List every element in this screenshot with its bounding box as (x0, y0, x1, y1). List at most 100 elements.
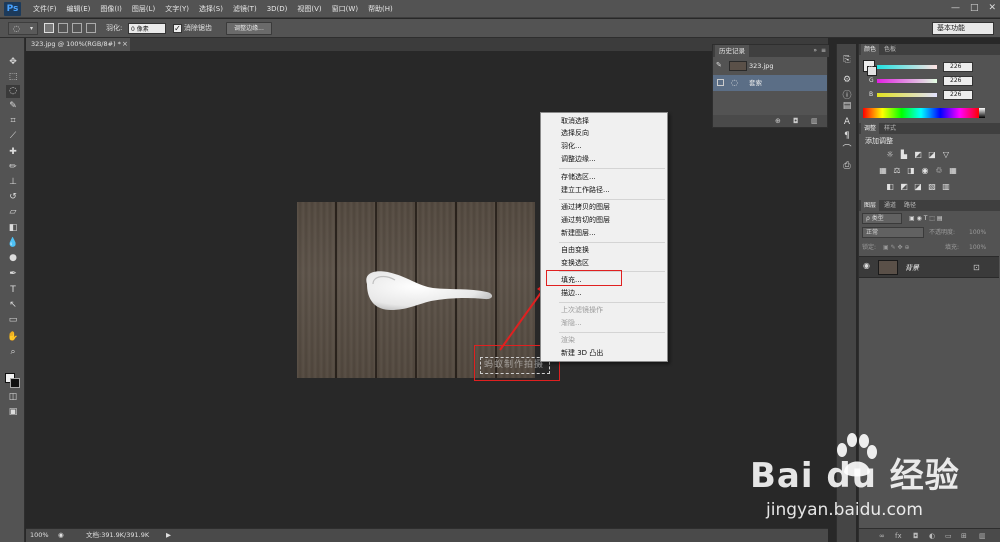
type-tool-icon[interactable]: T (6, 284, 20, 297)
collapse-icon[interactable]: » (813, 45, 817, 57)
menu-help[interactable]: 帮助(H) (363, 0, 398, 18)
slider-g[interactable]: G 226 (859, 75, 1000, 87)
ctx-new-layer[interactable]: 新建图层... (561, 228, 596, 238)
menu-type[interactable]: 文字(Y) (160, 0, 194, 18)
new-selection-icon[interactable] (44, 23, 54, 33)
histogram-icon[interactable]: ▤ (840, 100, 854, 112)
color-lookup-icon[interactable]: ▦ (948, 166, 958, 175)
menu-filter[interactable]: 滤镜(T) (228, 0, 262, 18)
curves-icon[interactable]: ◩ (913, 150, 923, 159)
clone-source-icon[interactable]: ⎙ (840, 160, 854, 172)
tab-history[interactable]: 历史记录 (715, 45, 749, 57)
slider-r[interactable]: R 226 (859, 61, 1000, 73)
step-checkbox[interactable] (717, 79, 724, 86)
ctx-feather[interactable]: 羽化... (561, 141, 582, 151)
ctx-layer-via-cut[interactable]: 通过剪切的图层 (561, 215, 610, 225)
ctx-free-transform[interactable]: 自由变换 (561, 245, 589, 255)
history-snapshot-row[interactable]: ✎ 323.jpg (713, 58, 827, 74)
screen-mode-icon[interactable]: ▣ (6, 406, 20, 419)
workspace-select[interactable]: 基本功能 (932, 22, 994, 35)
ctx-layer-via-copy[interactable]: 通过拷贝的图层 (561, 202, 610, 212)
grayscale-ramp[interactable] (979, 108, 985, 118)
slider-r-value[interactable]: 226 (943, 62, 973, 72)
gradient-tool-icon[interactable]: ◧ (6, 222, 20, 235)
lasso-tool-icon[interactable]: ◌ (6, 85, 20, 98)
paragraph-panel-icon[interactable]: ¶ (840, 130, 854, 142)
brightness-icon[interactable]: ☼ (885, 150, 895, 159)
levels-icon[interactable]: ▙ (899, 150, 909, 159)
gradient-map-icon[interactable]: ▧ (927, 182, 937, 191)
layer-row-background[interactable]: ◉ 背景 ⊡ (859, 256, 999, 278)
intersect-selection-icon[interactable] (86, 23, 96, 33)
fill-value[interactable]: 100% (969, 241, 986, 254)
selective-color-icon[interactable]: ▥ (941, 182, 951, 191)
menu-file[interactable]: 文件(F) (28, 0, 62, 18)
slider-b[interactable]: B 226 (859, 89, 1000, 101)
tab-styles[interactable]: 样式 (881, 123, 899, 134)
exposure-icon[interactable]: ◪ (927, 150, 937, 159)
opacity-value[interactable]: 100% (969, 226, 986, 239)
new-layer-icon[interactable]: ⊞ (961, 529, 967, 542)
history-panel-icon[interactable]: ⎘ (840, 54, 854, 66)
refine-edge-button[interactable]: 调整边缘... (226, 22, 272, 35)
channel-mixer-icon[interactable]: ♲ (934, 166, 944, 175)
layer-name[interactable]: 背景 (905, 257, 919, 279)
threshold-icon[interactable]: ◪ (913, 182, 923, 191)
menu-window[interactable]: 窗口(W) (327, 0, 363, 18)
maximize-icon[interactable]: □ (970, 2, 979, 15)
panel-menu-icon[interactable]: ≡ (821, 45, 826, 57)
new-document-icon[interactable]: ⊕ (775, 115, 781, 127)
status-info-icon[interactable]: ◉ (58, 529, 64, 542)
brush-panel-icon[interactable]: ⌒ (840, 144, 854, 156)
zoom-tool-icon[interactable]: ⌕ (6, 346, 20, 359)
menu-3d[interactable]: 3D(D) (262, 0, 293, 18)
mask-icon[interactable]: ◘ (913, 529, 919, 542)
slider-g-track[interactable] (877, 79, 937, 83)
color-spectrum[interactable] (863, 108, 979, 118)
stamp-tool-icon[interactable]: ⊥ (6, 176, 20, 189)
tab-channels[interactable]: 通道 (881, 200, 899, 211)
ctx-save-selection[interactable]: 存储选区... (561, 172, 596, 182)
close-icon[interactable]: ✕ (988, 2, 996, 15)
status-arrow-icon[interactable]: ▶ (166, 529, 171, 542)
link-icon[interactable]: ∞ (879, 529, 885, 542)
blur-tool-icon[interactable]: 💧 (6, 237, 20, 250)
photo-filter-icon[interactable]: ◉ (920, 166, 930, 175)
ctx-transform-selection[interactable]: 变换选区 (561, 258, 589, 268)
filter-icons[interactable]: ▣ ◉ T ⬚ ▤ (909, 212, 943, 225)
history-step-row[interactable]: ◌ 套索 (713, 75, 827, 91)
quick-select-tool-icon[interactable]: ✎ (6, 100, 20, 113)
color-balance-icon[interactable]: ⚖ (892, 166, 902, 175)
tab-layers[interactable]: 图层 (861, 200, 880, 211)
brush-tool-icon[interactable]: ✏ (6, 161, 20, 174)
history-brush-tool-icon[interactable]: ↺ (6, 191, 20, 204)
ctx-stroke[interactable]: 描边... (561, 288, 582, 298)
hue-sat-icon[interactable]: ▦ (878, 166, 888, 175)
lock-icons[interactable]: ▣ ✎ ✥ ⊕ (883, 241, 909, 254)
shape-tool-icon[interactable]: ▭ (6, 314, 20, 327)
ctx-deselect[interactable]: 取消选择 (561, 116, 589, 126)
antialias-checkbox[interactable]: ✓ (173, 24, 182, 33)
background-color-swatch[interactable] (10, 378, 20, 388)
ctx-new-3d-extrusion[interactable]: 新建 3D 凸出 (561, 348, 603, 358)
marquee-tool-icon[interactable]: ⬚ (6, 71, 20, 84)
trash-icon[interactable]: ▥ (979, 529, 986, 542)
tab-adjustments[interactable]: 调整 (861, 123, 880, 134)
trash-icon[interactable]: ▥ (811, 115, 818, 127)
tab-swatches[interactable]: 色板 (881, 44, 899, 55)
subtract-selection-icon[interactable] (72, 23, 82, 33)
ctx-select-inverse[interactable]: 选择反向 (561, 128, 589, 138)
path-select-tool-icon[interactable]: ↖ (6, 299, 20, 312)
slider-g-value[interactable]: 226 (943, 76, 973, 86)
eye-icon[interactable]: ◉ (863, 261, 870, 270)
ctx-refine-edge[interactable]: 调整边缘... (561, 154, 596, 164)
invert-icon[interactable]: ◧ (885, 182, 895, 191)
slider-r-track[interactable] (877, 65, 937, 69)
feather-input[interactable]: 0 像素 (128, 23, 166, 34)
properties-panel-icon[interactable]: ⚙ (840, 74, 854, 86)
healing-tool-icon[interactable]: ✚ (6, 146, 20, 159)
vibrance-icon[interactable]: ▽ (941, 150, 951, 159)
tab-close-icon[interactable]: × (122, 38, 128, 51)
adjustment-layer-icon[interactable]: ◐ (929, 529, 935, 542)
crop-tool-icon[interactable]: ⌗ (6, 115, 20, 128)
